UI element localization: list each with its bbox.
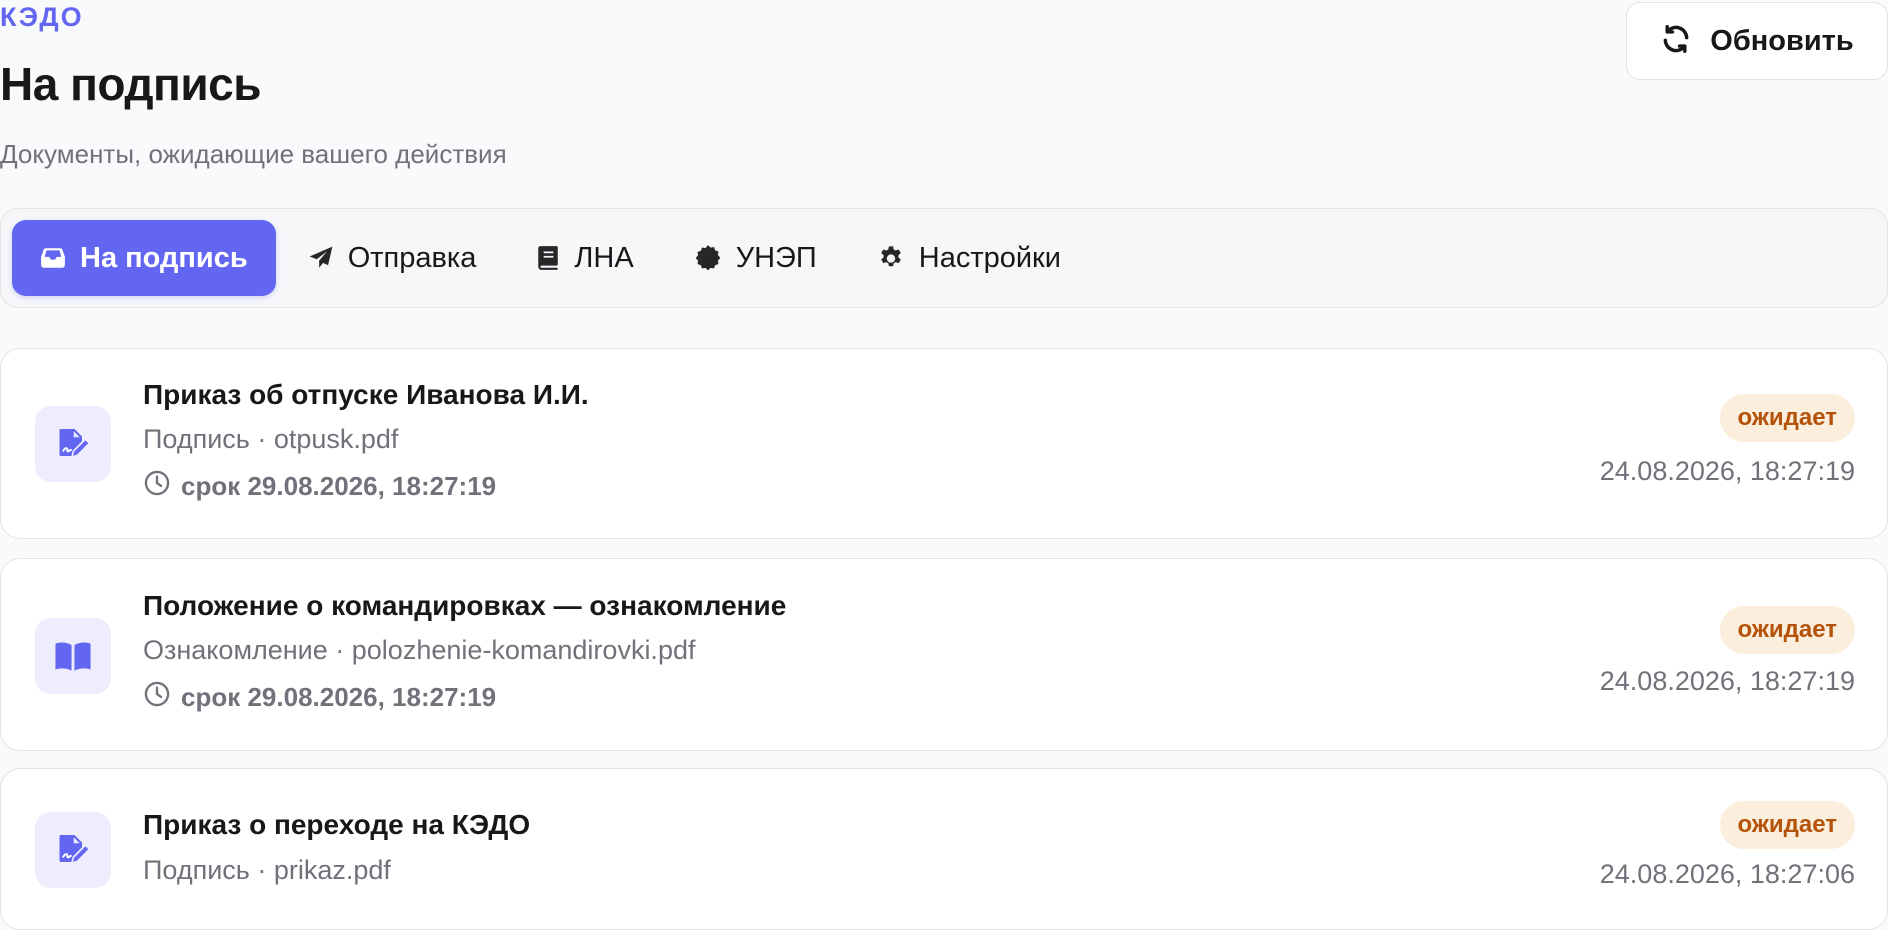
- paper-plane-icon: [308, 245, 334, 271]
- document-date: 24.08.2026, 18:27:19: [1599, 666, 1855, 696]
- tab-bar: На подпись Отправка ЛНА УНЭП Настройки: [0, 208, 1888, 308]
- document-deadline: срок 29.08.2026, 18:27:19: [143, 680, 496, 715]
- page-subtitle: Документы, ожидающие вашего действия: [0, 139, 507, 169]
- status-badge: ожидает: [1719, 394, 1855, 442]
- book-icon: [536, 245, 560, 271]
- tab-unep[interactable]: УНЭП: [666, 220, 845, 296]
- deadline-text: срок 29.08.2026, 18:27:19: [181, 682, 497, 712]
- tab-label: ЛНА: [574, 241, 634, 274]
- page-title: На подпись: [0, 58, 261, 110]
- document-card[interactable]: Приказ об отпуске Иванова И.И. Подпись ·…: [0, 348, 1888, 539]
- certificate-icon: [694, 244, 722, 272]
- refresh-icon: [1660, 23, 1692, 60]
- tab-lna[interactable]: ЛНА: [508, 220, 661, 296]
- open-book-icon: [35, 618, 111, 694]
- tab-settings[interactable]: Настройки: [849, 220, 1089, 296]
- clock-icon: [143, 680, 171, 715]
- refresh-button[interactable]: Обновить: [1626, 2, 1888, 80]
- document-title: Приказ об отпуске Иванова И.И.: [143, 379, 589, 410]
- clock-icon: [143, 469, 171, 504]
- document-title: Приказ о переходе на КЭДО: [143, 809, 531, 840]
- document-date: 24.08.2026, 18:27:19: [1599, 456, 1855, 486]
- tab-send[interactable]: Отправка: [280, 220, 505, 296]
- tab-label: УНЭП: [735, 241, 817, 274]
- status-badge: ожидает: [1719, 606, 1855, 654]
- document-card[interactable]: Приказ о переходе на КЭДО Подпись · prik…: [0, 768, 1888, 930]
- document-card[interactable]: Положение о командировках — ознакомление…: [0, 558, 1888, 751]
- inbox-icon: [40, 245, 66, 271]
- tab-label: Отправка: [347, 241, 477, 274]
- file-signature-icon: [35, 812, 111, 888]
- document-meta: Подпись · prikaz.pdf: [143, 855, 391, 885]
- tab-to-sign[interactable]: На подпись: [12, 220, 276, 296]
- page: КЭДО На подпись Документы, ожидающие ваш…: [0, 0, 1888, 930]
- document-meta: Подпись · otpusk.pdf: [143, 424, 399, 454]
- document-deadline: срок 29.08.2026, 18:27:19: [143, 469, 496, 504]
- status-badge: ожидает: [1719, 801, 1855, 849]
- document-title: Положение о командировках — ознакомление: [143, 590, 787, 621]
- tab-label: На подпись: [80, 241, 248, 274]
- document-meta: Ознакомление · polozhenie-komandirovki.p…: [143, 635, 696, 665]
- refresh-button-label: Обновить: [1710, 24, 1854, 57]
- gear-icon: [877, 244, 905, 272]
- file-signature-icon: [35, 406, 111, 482]
- document-date: 24.08.2026, 18:27:06: [1599, 859, 1855, 889]
- deadline-text: срок 29.08.2026, 18:27:19: [181, 471, 497, 501]
- tab-label: Настройки: [918, 241, 1061, 274]
- brand-label: КЭДО: [0, 2, 84, 32]
